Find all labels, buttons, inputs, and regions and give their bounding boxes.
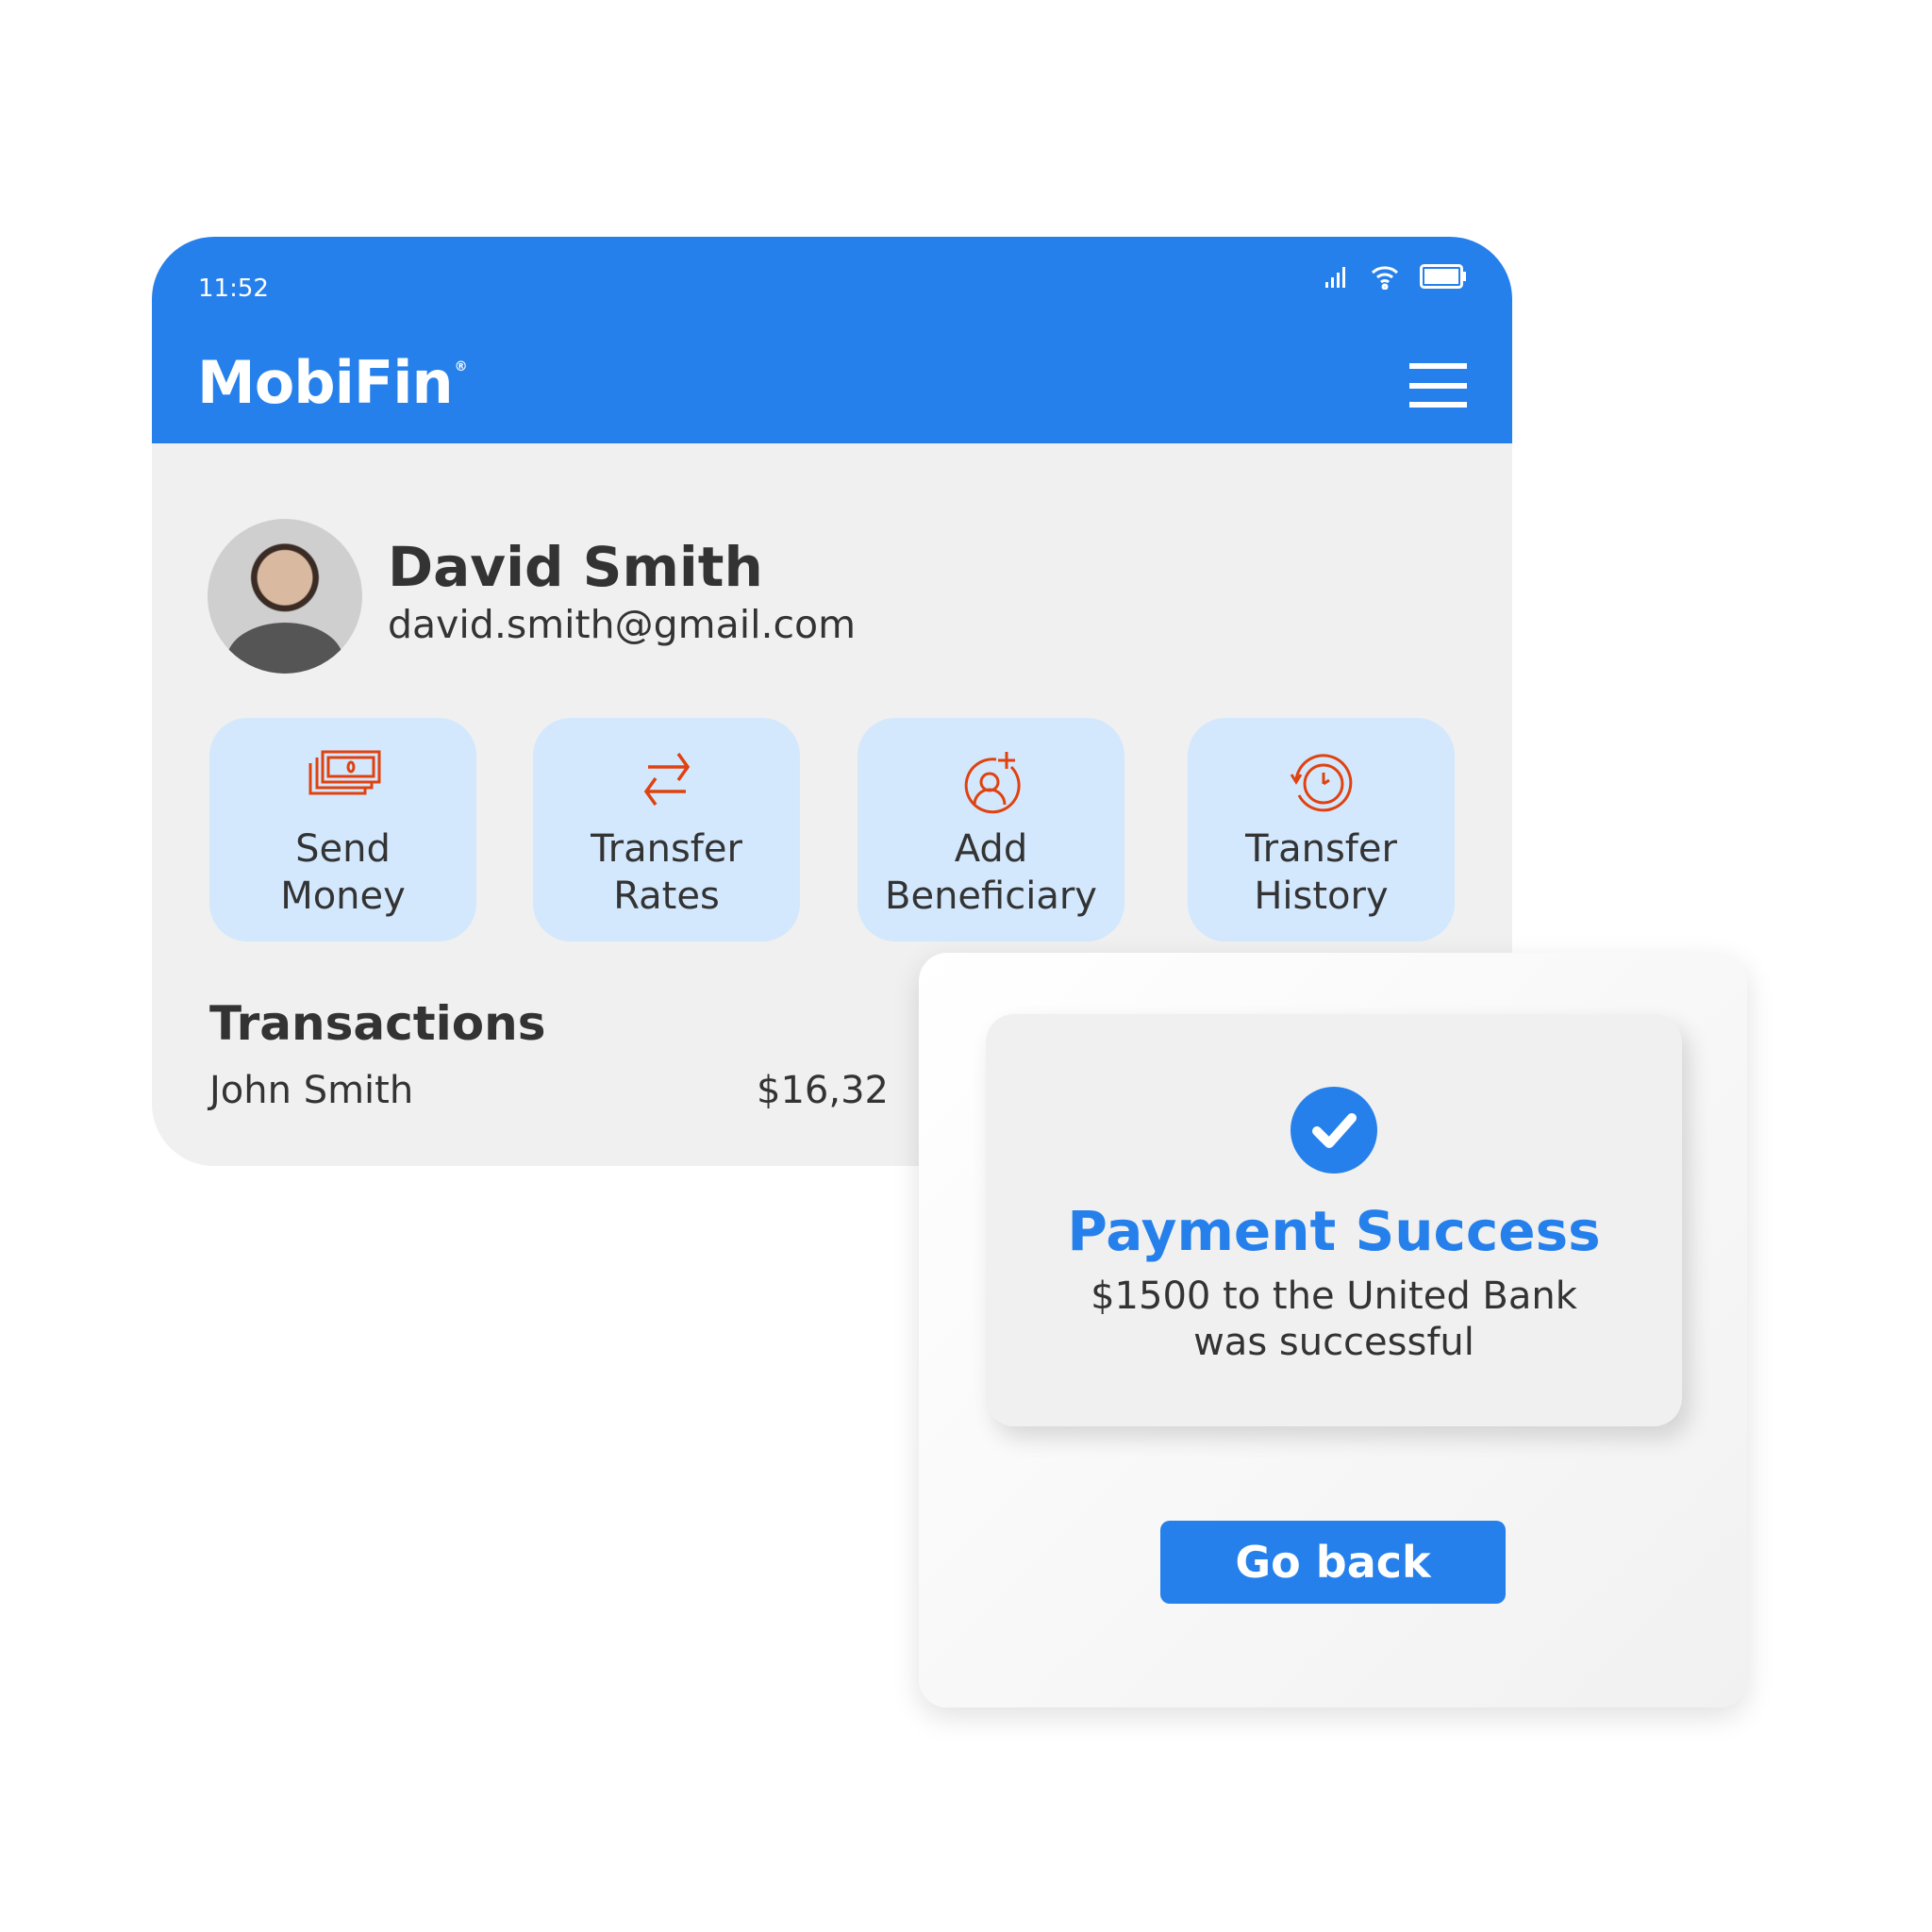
transaction-name[interactable]: John Smith	[209, 1069, 413, 1112]
success-card: Payment Success $1500 to the United Bank…	[986, 1014, 1682, 1426]
mobifin-logo: MobiFin ®	[197, 348, 468, 417]
arrows-swap-icon	[643, 752, 690, 807]
transactions-title: Transactions	[209, 996, 546, 1051]
transfer-rates-button[interactable]: Transfer Rates	[533, 718, 800, 941]
status-icons	[1325, 263, 1467, 290]
avatar	[208, 519, 362, 674]
hamburger-menu-button[interactable]	[1409, 363, 1467, 408]
payment-success-dialog: Payment Success $1500 to the United Bank…	[919, 953, 1747, 1707]
send-money-button[interactable]: Send Money	[209, 718, 476, 941]
cash-icon	[308, 750, 380, 795]
transfer-history-button[interactable]: Transfer History	[1188, 718, 1455, 941]
wifi-icon	[1371, 266, 1399, 290]
payment-success-title: Payment Success	[1067, 1199, 1601, 1263]
clock-history-icon	[1290, 754, 1352, 812]
add-user-icon	[964, 752, 1021, 814]
add-beneficiary-button[interactable]: Add Beneficiary	[858, 718, 1124, 941]
profile-email: david.smith@gmail.com	[388, 602, 857, 647]
battery-icon	[1420, 264, 1466, 289]
profile-name: David Smith	[388, 535, 763, 599]
checkmark-icon	[1291, 1087, 1377, 1174]
go-back-button[interactable]: Go back	[1160, 1521, 1506, 1604]
payment-success-message: $1500 to the United Bank was successful	[1091, 1274, 1577, 1364]
signal-icon	[1325, 267, 1345, 288]
app-header: 11:52 MobiFin ®	[152, 237, 1512, 443]
status-time: 11:52	[198, 275, 269, 303]
transaction-amount: $16,32	[757, 1069, 889, 1112]
